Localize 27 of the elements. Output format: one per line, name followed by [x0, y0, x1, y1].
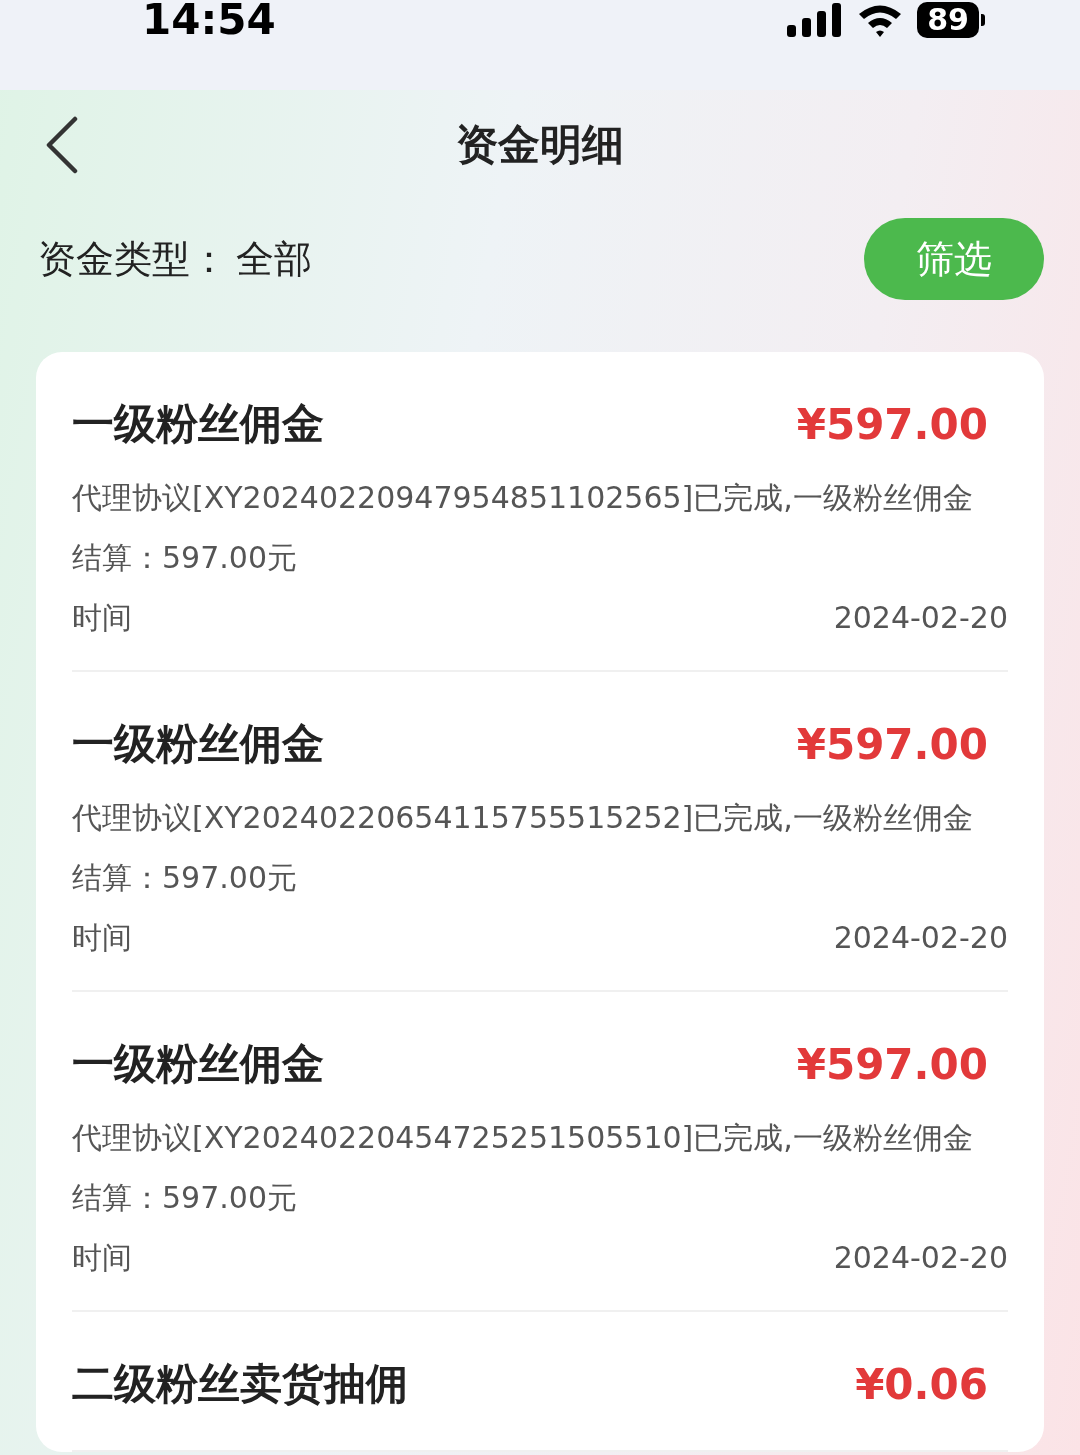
- settlement-text: 结算：597.00元: [72, 1179, 298, 1217]
- time-label: 时间: [72, 1239, 132, 1277]
- record-description: 代理协议[XY20240220947954851102565]已完成,一级粉丝佣金: [72, 479, 974, 517]
- record-amount: ¥597.00: [796, 719, 988, 769]
- record-description: 代理协议[XY20240220454725251505510]已完成,一级粉丝佣金: [72, 1119, 974, 1157]
- record-title: 一级粉丝佣金: [72, 718, 324, 770]
- record-title: 一级粉丝佣金: [72, 398, 324, 450]
- record-amount: ¥597.00: [796, 1039, 988, 1089]
- settlement-text: 结算：597.00元: [72, 859, 298, 897]
- fund-type-value[interactable]: 全部: [236, 233, 312, 285]
- signal-icon: [787, 3, 844, 37]
- record-title: 一级粉丝佣金: [72, 1038, 324, 1090]
- record-date: 2024-02-20: [833, 599, 1008, 637]
- wifi-icon: [857, 3, 904, 37]
- settlement-text: 结算：597.00元: [72, 539, 298, 577]
- page-title: 资金明细: [456, 119, 624, 171]
- record-date: 2024-02-20: [833, 1239, 1008, 1277]
- fund-type-label: 资金类型：: [38, 235, 228, 283]
- record-title: 二级粉丝卖货抽佣: [72, 1358, 408, 1410]
- time-label: 时间: [72, 599, 132, 637]
- time-label: 时间: [72, 919, 132, 957]
- status-time: 14:54: [142, 0, 276, 40]
- record-date: 2024-02-20: [833, 919, 1008, 957]
- back-icon[interactable]: [45, 116, 79, 174]
- record-amount: ¥0.06: [855, 1359, 988, 1409]
- record-description: 代理协议[XY20240220654115755515252]已完成,一级粉丝佣金: [72, 799, 974, 837]
- record-amount: ¥597.00: [796, 399, 988, 449]
